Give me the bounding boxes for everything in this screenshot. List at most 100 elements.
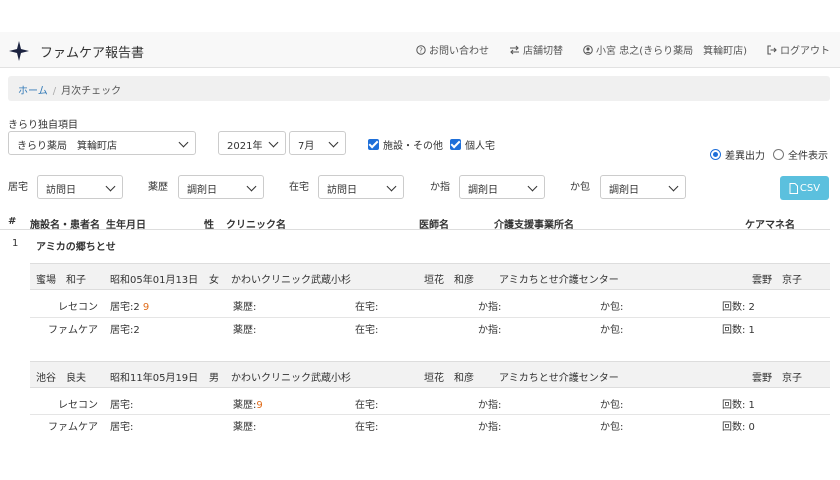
csv-export-button[interactable]: CSV [780,176,829,200]
home-count: 居宅: [110,400,134,411]
patient-doctor: 垣花 和彦 [424,373,474,384]
home-diff-value: 9 [142,302,150,313]
zaitaku-date-value: 訪問日 [327,185,357,196]
patient-birth: 昭和11年05月19日 [110,373,199,384]
patient-doctor: 垣花 和彦 [424,275,474,286]
zaitaku-count: 在宅: [355,302,379,313]
store-select-value: きらり薬局 箕輪町店 [17,141,117,152]
month-select-value: 7月 [298,141,315,152]
kashi-date-value: 調剤日 [468,185,498,196]
kashi-count: か指: [478,325,502,336]
drug-diff-value: 9 [256,400,263,411]
header-divider [0,229,830,230]
store-select[interactable]: きらり薬局 箕輪町店 [8,131,196,155]
patient-birth: 昭和05年01月13日 [110,275,199,286]
home-count: 居宅:2 9 [110,302,150,313]
brand[interactable]: ファムケア報告書 [8,40,144,62]
zaitaku-count: 在宅: [355,422,379,433]
kashi-count: か指: [478,400,502,411]
file-csv-icon [789,182,798,194]
visit-count: 回数: 0 [722,422,755,433]
individual-checkbox-label: 個人宅 [465,141,495,152]
zaitaku-label: 在宅 [289,182,309,193]
chevron-down-icon [527,181,538,192]
store-label: きらり独自項目 [8,120,78,131]
patient-care-office: アミカちとせ介護センター [499,275,619,286]
logout-link[interactable]: ログアウト [767,42,830,57]
patient-care-manager: 雲野 京子 [752,373,802,384]
kashi-count: か指: [478,422,502,433]
kashi-label: か指 [430,182,450,193]
home-count: 居宅: [110,422,134,433]
patient-name: 蜜場 和子 [36,275,86,286]
source-label: ファムケア [48,422,98,433]
radio-unselected-icon [773,149,784,160]
show-all-label: 全件表示 [788,151,828,162]
zaitaku-count: 在宅: [355,400,379,411]
exchange-icon [510,45,520,54]
drug-history-count: 薬歴:9 [233,400,263,411]
patient-care-office: アミカちとせ介護センター [499,373,619,384]
facility-checkbox[interactable]: 施設・その他 [368,137,443,152]
source-label: レセコン [58,400,98,411]
kashi-count: か指: [478,302,502,313]
drug-history-date-value: 調剤日 [187,185,217,196]
chevron-down-icon [668,181,679,192]
breadcrumb-home[interactable]: ホーム [18,86,48,97]
kahou-count: か包: [600,325,624,336]
year-select[interactable]: 2021年 [218,131,286,155]
user-circle-icon [583,44,593,55]
switch-store-label: 店舗切替 [523,46,564,57]
chevron-down-icon [246,181,257,192]
individual-checkbox[interactable]: 個人宅 [450,137,495,152]
visit-count: 回数: 1 [722,400,755,411]
csv-button-label: CSV [799,182,821,194]
top-navbar: ファムケア報告書 ? お問い合わせ 店舗切替 小宮 忠之(きらり薬局 箕輪町店)… [0,32,840,68]
contact-link[interactable]: ? お問い合わせ [416,42,489,57]
checkbox-checked-icon [450,139,461,150]
switch-store-link[interactable]: 店舗切替 [509,42,563,57]
diff-output-label: 差異出力 [725,151,765,162]
col-header-num: # [8,216,17,227]
kahou-count: か包: [600,422,624,433]
checkbox-checked-icon [368,139,379,150]
chevron-down-icon [105,181,116,192]
patient-clinic: かわいクリニック武蔵小杉 [231,373,351,384]
breadcrumb: ホーム / 月次チェック [8,76,830,101]
home-date-select[interactable]: 訪問日 [37,175,123,199]
kahou-date-value: 調剤日 [609,185,639,196]
chevron-down-icon [328,137,339,148]
app-title: ファムケア報告書 [40,45,145,61]
row-divider [30,317,830,318]
zaitaku-count: 在宅: [355,325,379,336]
drug-history-count: 薬歴: [233,302,257,313]
logout-label: ログアウト [780,46,830,57]
patient-care-manager: 雲野 京子 [752,275,802,286]
chevron-down-icon [178,137,189,148]
user-name: 小宮 忠之(きらり薬局 箕輪町店) [596,46,747,57]
chevron-down-icon [386,181,397,192]
show-all-radio[interactable]: 全件表示 [773,147,828,162]
diff-output-radio[interactable]: 差異出力 [710,147,765,162]
drug-history-count: 薬歴: [233,325,257,336]
visit-count: 回数: 2 [722,302,755,313]
month-select[interactable]: 7月 [289,131,346,155]
year-select-value: 2021年 [227,141,263,152]
kahou-label: か包 [570,182,590,193]
kashi-date-select[interactable]: 調剤日 [459,175,545,199]
chevron-down-icon [268,137,279,148]
home-date-value: 訪問日 [46,185,76,196]
patient-clinic: かわいクリニック武蔵小杉 [231,275,351,286]
star-logo-icon [9,41,29,61]
zaitaku-date-select[interactable]: 訪問日 [318,175,404,199]
patient-name: 池谷 良夫 [36,373,86,384]
home-count: 居宅:2 [110,325,140,336]
source-label: レセコン [58,302,98,313]
contact-label: お問い合わせ [429,46,490,57]
question-circle-icon: ? [416,44,426,55]
user-menu[interactable]: 小宮 忠之(きらり薬局 箕輪町店) [583,42,747,57]
breadcrumb-separator: / [52,86,57,97]
drug-history-date-select[interactable]: 調剤日 [178,175,264,199]
row-divider [30,414,830,415]
kahou-date-select[interactable]: 調剤日 [600,175,686,199]
